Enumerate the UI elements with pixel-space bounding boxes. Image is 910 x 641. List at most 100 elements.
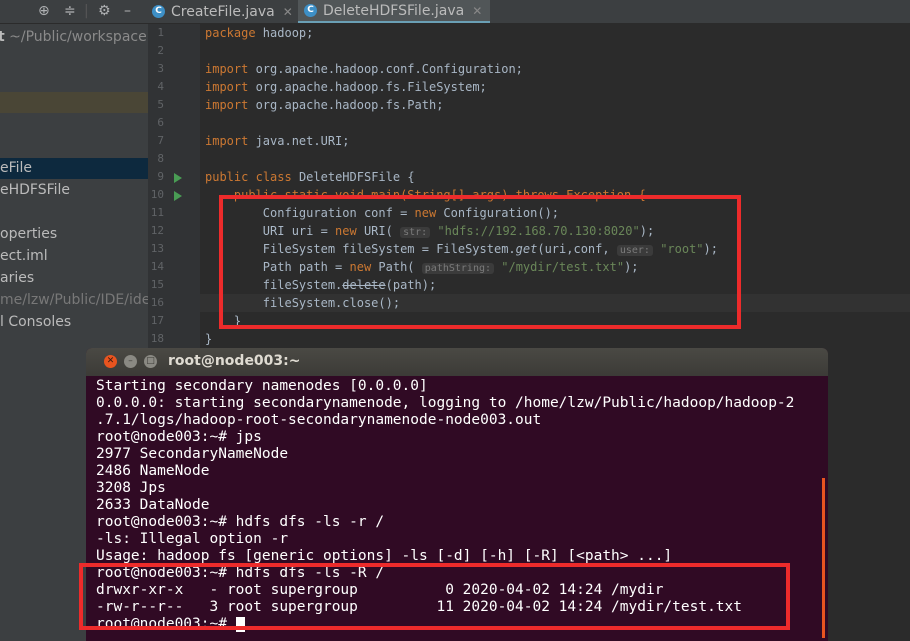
code-line-7: import java.net.URI; xyxy=(205,132,350,150)
code-text: } xyxy=(205,332,213,346)
terminal-line: 2633 DataNode xyxy=(96,497,210,514)
keyword: public xyxy=(205,170,249,184)
code-line-9: public class DeleteHDFSFile { xyxy=(205,168,415,186)
tab-label: CreateFile.java xyxy=(171,3,275,20)
ide-toolbar: ⊕ ≑ | ⚙ – C CreateFile.java ✕ C DeleteHD… xyxy=(0,0,910,24)
line-number: 11 xyxy=(150,206,164,219)
tree-item-createfile[interactable]: eFile xyxy=(0,158,148,179)
tree-item-deletehdfsfile[interactable]: eHDFSFile xyxy=(0,180,148,201)
line-number: 9 xyxy=(157,170,164,183)
separator: | xyxy=(84,3,89,19)
keyword: class xyxy=(255,170,292,184)
terminal-line-text: 2633 DataNode xyxy=(96,497,210,513)
project-path: ~/Public/workspace xyxy=(9,29,147,45)
close-tab-icon[interactable]: ✕ xyxy=(283,5,293,19)
tree-item-iml[interactable]: ect.iml xyxy=(0,246,148,267)
keyword: import xyxy=(205,98,249,112)
annotation-box-code xyxy=(219,195,741,329)
terminal-line-text: 3208 Jps xyxy=(96,480,166,496)
tree-item-label: eFile xyxy=(0,160,33,176)
terminal-line-text: 0.0.0.0: starting secondarynamenode, log… xyxy=(96,395,795,411)
terminal-title: root@node003:~ xyxy=(168,353,301,369)
tab-createfile[interactable]: C CreateFile.java ✕ xyxy=(146,0,301,23)
tree-item-label: aries xyxy=(0,270,35,286)
annotation-box-terminal xyxy=(79,563,790,630)
close-icon[interactable]: ✕ xyxy=(104,355,117,368)
line-number: 4 xyxy=(157,80,164,93)
terminal-line: Starting secondary namenodes [0.0.0.0] xyxy=(96,378,428,395)
line-number: 15 xyxy=(150,278,164,291)
code-text: hadoop; xyxy=(255,26,314,40)
code-text: DeleteHDFSFile { xyxy=(291,170,415,184)
java-class-icon: C xyxy=(152,5,165,18)
crosshair-icon[interactable]: ⊕ xyxy=(38,2,50,20)
terminal-line-text: 2977 SecondaryNameNode xyxy=(96,446,289,462)
line-number: 5 xyxy=(157,98,164,111)
java-class-icon: C xyxy=(304,4,317,17)
project-root[interactable]: t ~/Public/workspace xyxy=(0,27,147,48)
collapse-icon[interactable]: ≑ xyxy=(64,2,76,20)
keyword: import xyxy=(205,80,249,94)
line-number: 17 xyxy=(150,314,164,327)
terminal-line: -ls: Illegal option -r xyxy=(96,531,288,548)
run-class-icon[interactable] xyxy=(174,173,182,183)
tree-item-label: ect.iml xyxy=(0,248,48,264)
terminal-line: .7.1/logs/hadoop-root-secondarynamenode-… xyxy=(96,412,541,429)
run-main-icon[interactable] xyxy=(174,191,182,201)
minimize-icon[interactable]: – xyxy=(124,355,137,368)
project-name: t xyxy=(0,29,5,45)
line-number: 6 xyxy=(157,116,164,129)
tree-item-label: eHDFSFile xyxy=(0,182,71,198)
hide-icon[interactable]: – xyxy=(124,2,131,20)
terminal-line-text: root@node003:~# jps xyxy=(96,429,262,445)
terminal-line-text: Usage: hadoop fs [generic options] -ls [… xyxy=(96,548,673,564)
terminal-line: 3208 Jps xyxy=(96,480,166,497)
line-number: 7 xyxy=(157,134,164,147)
gear-icon[interactable]: ⚙ xyxy=(98,2,111,20)
tab-label: DeleteHDFSFile.java xyxy=(323,2,465,19)
line-number: 8 xyxy=(157,152,164,165)
terminal-line-text: .7.1/logs/hadoop-root-secondarynamenode-… xyxy=(96,412,542,428)
terminal-line-text: root@node003:~# hdfs dfs -ls -r / xyxy=(96,514,385,530)
tree-item-libraries[interactable]: aries xyxy=(0,268,148,289)
code-text: org.apache.hadoop.fs.FileSystem; xyxy=(248,80,487,94)
tree-item-consoles[interactable]: l Consoles xyxy=(0,312,148,333)
keyword: package xyxy=(205,26,256,40)
terminal-line-text: -ls: Illegal option -r xyxy=(96,531,289,547)
code-line-3: import org.apache.hadoop.conf.Configurat… xyxy=(205,60,523,78)
maximize-icon[interactable]: □ xyxy=(144,355,157,368)
tab-deletehdfsfile[interactable]: C DeleteHDFSFile.java ✕ xyxy=(298,0,491,23)
terminal-scrollbar[interactable] xyxy=(822,478,825,638)
code-line-18: } xyxy=(205,330,212,348)
terminal-line: root@node003:~# jps xyxy=(96,429,262,446)
keyword: import xyxy=(205,62,249,76)
terminal-titlebar[interactable]: ✕ – □ root@node003:~ xyxy=(86,348,828,376)
tree-item-label: operties xyxy=(0,226,58,242)
tree-row-highlight[interactable] xyxy=(0,92,148,113)
code-line-5: import org.apache.hadoop.fs.Path; xyxy=(205,96,443,114)
code-text: org.apache.hadoop.conf.Configuration; xyxy=(248,62,523,76)
keyword: import xyxy=(205,134,249,148)
line-number: 10 xyxy=(150,188,164,201)
code-line-1: package hadoop; xyxy=(205,24,313,42)
line-number: 3 xyxy=(157,62,164,75)
line-number: 14 xyxy=(150,260,164,273)
terminal-line: 2486 NameNode xyxy=(96,463,210,480)
terminal-line-text: Starting secondary namenodes [0.0.0.0] xyxy=(96,378,428,394)
line-number: 13 xyxy=(150,242,164,255)
line-number: 1 xyxy=(157,26,164,39)
terminal-line-text: 2486 NameNode xyxy=(96,463,210,479)
code-line-4: import org.apache.hadoop.fs.FileSystem; xyxy=(205,78,487,96)
terminal-line: root@node003:~# hdfs dfs -ls -r / xyxy=(96,514,384,531)
tree-item-properties[interactable]: operties xyxy=(0,224,148,245)
tree-item-label: me/lzw/Public/IDE/ide xyxy=(0,292,148,308)
terminal-line: 0.0.0.0: starting secondarynamenode, log… xyxy=(96,395,794,412)
line-number: 12 xyxy=(150,224,164,237)
code-text: org.apache.hadoop.fs.Path; xyxy=(248,98,444,112)
tree-item-sdk[interactable]: me/lzw/Public/IDE/ide xyxy=(0,290,148,311)
line-number: 18 xyxy=(150,332,164,345)
close-tab-icon[interactable]: ✕ xyxy=(472,4,482,18)
tree-item-label: l Consoles xyxy=(0,314,72,330)
terminal-line: 2977 SecondaryNameNode xyxy=(96,446,288,463)
line-number: 16 xyxy=(150,296,164,309)
